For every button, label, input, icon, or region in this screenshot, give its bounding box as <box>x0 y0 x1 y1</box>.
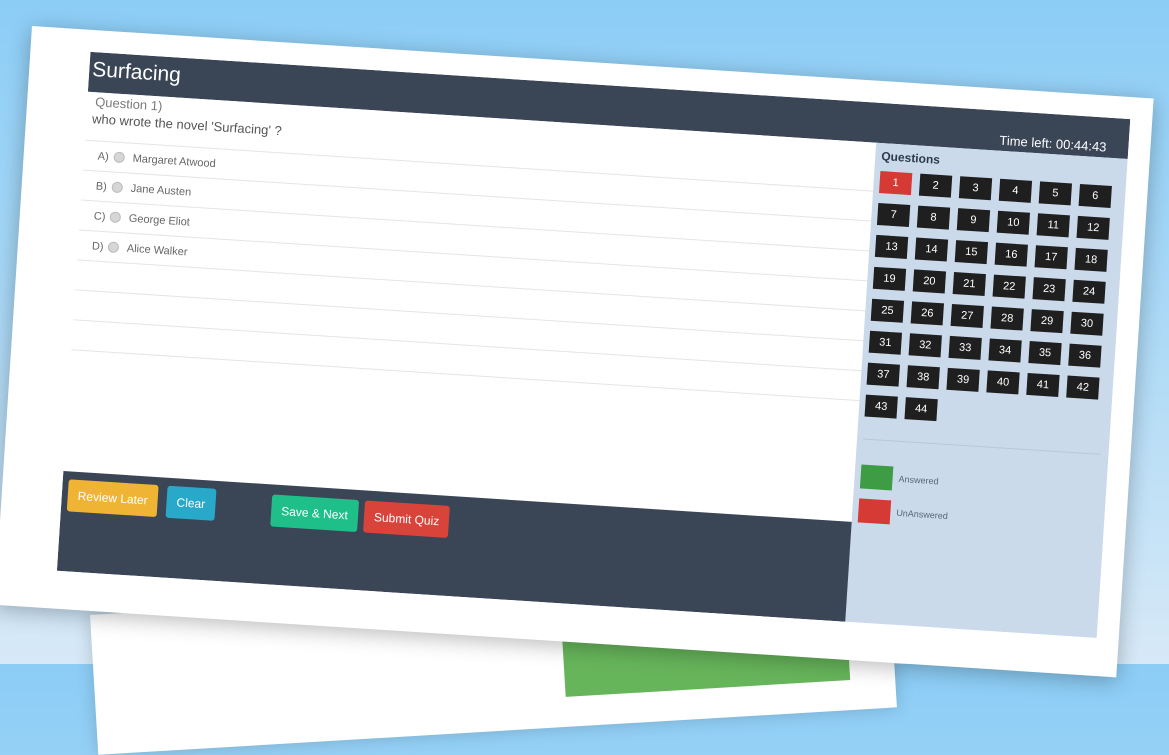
legend-label: UnAnswered <box>896 507 949 522</box>
legend-label: Answered <box>898 473 939 487</box>
question-button-5[interactable]: 5 <box>1038 181 1073 206</box>
question-button-34[interactable]: 34 <box>988 338 1022 363</box>
option-text: Alice Walker <box>126 242 188 258</box>
question-panel: Question 1) who wrote the novel 'Surfaci… <box>63 91 878 522</box>
question-button-42[interactable]: 42 <box>1066 375 1100 400</box>
question-button-24[interactable]: 24 <box>1072 279 1106 304</box>
screenshot-sheet: Surfacing Time left: 00:44:43 Question 1… <box>0 26 1154 678</box>
legend-answered: Answered <box>859 464 939 493</box>
question-button-33[interactable]: 33 <box>948 335 982 360</box>
option-text: George Eliot <box>128 212 191 229</box>
question-button-44[interactable]: 44 <box>904 397 938 422</box>
legend-unanswered: UnAnswered <box>857 498 949 528</box>
navigator-divider <box>863 438 1101 455</box>
question-button-4[interactable]: 4 <box>998 178 1033 203</box>
question-button-23[interactable]: 23 <box>1032 277 1066 302</box>
question-button-2[interactable]: 2 <box>918 173 953 198</box>
question-button-35[interactable]: 35 <box>1028 341 1062 366</box>
radio-button[interactable] <box>109 211 122 224</box>
question-button-28[interactable]: 28 <box>990 306 1024 331</box>
submit-quiz-button[interactable]: Submit Quiz <box>363 500 451 538</box>
save-next-button[interactable]: Save & Next <box>270 494 359 533</box>
question-button-25[interactable]: 25 <box>870 298 905 323</box>
radio-button[interactable] <box>113 151 126 164</box>
question-button-36[interactable]: 36 <box>1068 343 1102 368</box>
question-button-30[interactable]: 30 <box>1070 311 1104 336</box>
question-button-7[interactable]: 7 <box>876 202 911 228</box>
question-button-12[interactable]: 12 <box>1076 215 1110 240</box>
option-text: Jane Austen <box>130 182 192 199</box>
question-button-38[interactable]: 38 <box>906 365 940 390</box>
question-button-32[interactable]: 32 <box>908 333 942 358</box>
question-grid: 1 2 3 4 5 6 7 8 9 10 11 12 13 14 15 16 17 18 19 20 21 22 23 24 2… <box>864 171 1120 432</box>
option-letter: B) <box>95 179 108 193</box>
quiz-app: Surfacing Time left: 00:44:43 Question 1… <box>56 51 1131 638</box>
question-button-8[interactable]: 8 <box>916 205 951 230</box>
question-button-14[interactable]: 14 <box>914 237 949 262</box>
question-button-29[interactable]: 29 <box>1030 309 1064 334</box>
question-button-9[interactable]: 9 <box>956 208 991 233</box>
question-button-19[interactable]: 19 <box>872 266 907 291</box>
question-button-21[interactable]: 21 <box>952 272 986 297</box>
question-button-13[interactable]: 13 <box>874 234 909 259</box>
radio-button[interactable] <box>107 241 120 254</box>
question-button-17[interactable]: 17 <box>1034 245 1068 270</box>
question-button-41[interactable]: 41 <box>1026 372 1060 397</box>
question-button-27[interactable]: 27 <box>950 303 984 328</box>
question-button-18[interactable]: 18 <box>1074 247 1108 272</box>
radio-button[interactable] <box>111 181 124 194</box>
question-button-6[interactable]: 6 <box>1078 183 1112 208</box>
question-button-10[interactable]: 10 <box>996 210 1031 235</box>
question-button-40[interactable]: 40 <box>986 370 1020 395</box>
option-letter: A) <box>97 150 110 163</box>
clear-button[interactable]: Clear <box>165 485 217 521</box>
option-letter: D) <box>91 239 104 253</box>
question-button-31[interactable]: 31 <box>868 330 903 355</box>
app-title: Surfacing <box>91 58 182 87</box>
question-button-20[interactable]: 20 <box>912 269 947 294</box>
question-button-1[interactable]: 1 <box>878 171 913 196</box>
question-button-11[interactable]: 11 <box>1036 213 1070 238</box>
answer-options: A) Margaret Atwood B) Jane Austen C) Geo… <box>71 139 874 402</box>
review-later-button[interactable]: Review Later <box>66 479 159 518</box>
option-letter: C) <box>93 209 106 223</box>
question-button-39[interactable]: 39 <box>946 367 980 392</box>
option-text: Margaret Atwood <box>132 152 217 170</box>
question-button-3[interactable]: 3 <box>958 176 993 201</box>
question-button-43[interactable]: 43 <box>864 394 898 419</box>
question-number: Question 1) <box>94 94 163 114</box>
question-button-37[interactable]: 37 <box>866 362 900 387</box>
question-button-16[interactable]: 16 <box>994 242 1028 267</box>
question-button-15[interactable]: 15 <box>954 240 989 265</box>
question-text: who wrote the novel 'Surfacing' ? <box>91 111 283 139</box>
question-button-26[interactable]: 26 <box>910 301 944 326</box>
answered-swatch <box>859 464 894 491</box>
unanswered-swatch <box>857 498 892 525</box>
question-navigator: Questions 1 2 3 4 5 6 7 8 9 10 11 12 13 14 15 16 17 18 19 2… <box>845 142 1128 638</box>
navigator-title: Questions <box>880 149 941 167</box>
question-button-22[interactable]: 22 <box>992 274 1026 299</box>
